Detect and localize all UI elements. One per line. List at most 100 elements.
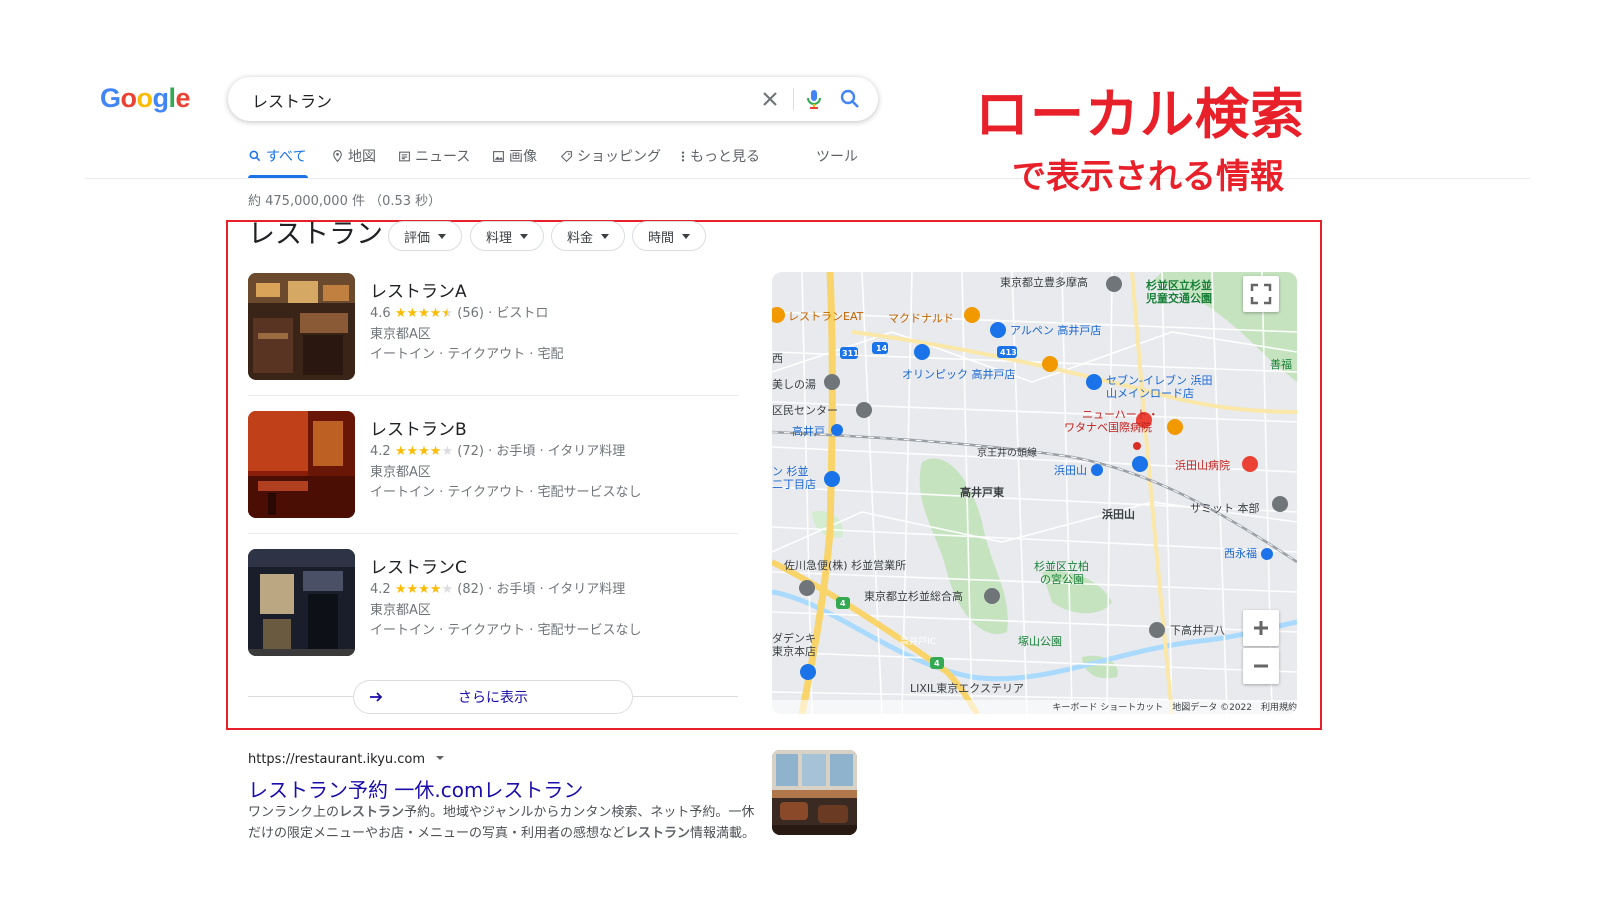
place-category: ビストロ [496, 306, 549, 321]
tab-label: 画像 [509, 149, 537, 165]
place-rating: 4.6 ★★★★★★ (56) · ビストロ [370, 306, 549, 321]
snippet-keyword: レストラン [339, 805, 405, 820]
svg-text:浜田山病院: 浜田山病院 [1175, 458, 1230, 472]
map-pin-icon [333, 150, 342, 163]
place-photo[interactable] [248, 273, 355, 380]
result-title[interactable]: レストラン予約 一休.comレストラン [248, 774, 583, 803]
microphone-icon[interactable] [802, 87, 826, 111]
caret-down-icon [520, 233, 528, 239]
svg-text:西永福: 西永福 [1224, 546, 1257, 560]
tab-shopping[interactable]: ショッピング [560, 146, 661, 166]
chip-label: 料金 [566, 230, 593, 246]
tab-label: ニュース [415, 149, 471, 165]
google-logo[interactable]: Google [100, 83, 191, 114]
more-vert-icon [681, 151, 685, 161]
place-result[interactable]: レストランB 4.2 ★★★★★ (72) · お手頃 · イタリア料理 東京都… [248, 411, 738, 521]
star-rating-icon: ★★★★★★ [394, 306, 454, 321]
search-box [228, 77, 878, 121]
svg-text:善福: 善福 [1270, 357, 1292, 371]
svg-text:サミット 本部: サミット 本部 [1190, 501, 1260, 515]
filter-chip-hours[interactable]: 時間 [632, 221, 706, 251]
chip-label: 時間 [647, 230, 674, 246]
place-category: お手頃 · イタリア料理 [496, 444, 626, 459]
tab-news[interactable]: ニュース [398, 146, 470, 166]
tab-maps[interactable]: 地図 [331, 146, 376, 166]
zoom-in-button[interactable] [1243, 610, 1279, 646]
svg-text:14: 14 [876, 344, 888, 353]
snippet-text: ワンランク上の [248, 805, 340, 820]
filter-chip-rating[interactable]: 評価 [388, 221, 462, 251]
caret-down-icon [601, 233, 609, 239]
svg-text:京王井の頭線: 京王井の頭線 [977, 446, 1037, 459]
place-address: 東京都A区 [370, 327, 431, 342]
search-input[interactable] [250, 87, 754, 113]
news-icon [399, 151, 410, 161]
svg-text:浜田山: 浜田山 [1102, 507, 1135, 521]
tab-tools[interactable]: ツール [816, 146, 858, 166]
more-label: さらに表示 [458, 690, 528, 706]
filter-chip-cuisine[interactable]: 料理 [470, 221, 544, 251]
map-canvas: 東京都立豊多摩高 杉並区立杉並 児童交通公園 レストランEAT マクドナルド ア… [772, 272, 1297, 714]
svg-text:東京本店: 東京本店 [772, 644, 816, 658]
clear-icon[interactable] [758, 87, 782, 111]
svg-text:4: 4 [934, 659, 940, 668]
place-rating: 4.2 ★★★★★ (72) · お手頃 · イタリア料理 [370, 444, 626, 459]
map-attribution[interactable]: キーボード ショートカット 地図データ ©2022 利用規約 [772, 700, 1297, 714]
star-rating-icon: ★★★★★ [394, 582, 454, 597]
local-pack-title: レストラン [248, 219, 383, 250]
result-thumbnail[interactable] [772, 750, 857, 835]
review-count: (56) [457, 306, 484, 321]
svg-text:4: 4 [840, 599, 846, 608]
fullscreen-icon [1250, 283, 1272, 305]
tab-all[interactable]: すべて [248, 146, 306, 166]
result-url[interactable]: https://restaurant.ikyu.com [248, 752, 445, 767]
tab-images[interactable]: 画像 [492, 146, 537, 166]
annotation-title: ローカル検索 [975, 83, 1305, 146]
svg-text:アルペン 高井戸店: アルペン 高井戸店 [1010, 323, 1101, 337]
fullscreen-button[interactable] [1243, 276, 1279, 312]
svg-text:レストランEAT: レストランEAT [788, 310, 864, 323]
place-services: イートイン · テイクアウト · 宅配サービスなし [370, 623, 642, 638]
place-name[interactable]: レストランA [370, 277, 467, 302]
search-icon[interactable] [838, 87, 862, 111]
place-photo[interactable] [248, 549, 355, 656]
svg-text:LIXIL東京エクステリア: LIXIL東京エクステリア [910, 681, 1024, 695]
review-count: (72) [457, 444, 484, 459]
svg-text:マクドナルド: マクドナルド [888, 312, 954, 325]
place-address: 東京都A区 [370, 603, 431, 618]
svg-text:美しの湯: 美しの湯 [772, 378, 816, 391]
place-result[interactable]: レストランA 4.6 ★★★★★★ (56) · ビストロ 東京都A区 イートイ… [248, 273, 738, 383]
tab-label: ツール [816, 149, 858, 165]
tab-more[interactable]: もっと見る [680, 146, 760, 166]
svg-text:杉並区立杉並: 杉並区立杉並 [1146, 278, 1212, 292]
local-map[interactable]: 東京都立豊多摩高 杉並区立杉並 児童交通公園 レストランEAT マクドナルド ア… [772, 272, 1297, 714]
svg-text:の宮公園: の宮公園 [1040, 572, 1084, 586]
svg-text:山メインロード店: 山メインロード店 [1106, 386, 1194, 400]
svg-text:児童交通公園: 児童交通公園 [1145, 291, 1212, 305]
minus-icon [1254, 664, 1268, 668]
svg-text:セブン-イレブン 浜田: セブン-イレブン 浜田 [1106, 373, 1212, 387]
place-name[interactable]: レストランB [370, 415, 467, 440]
tag-icon [560, 150, 572, 162]
rating-value: 4.2 [370, 582, 391, 597]
place-address: 東京都A区 [370, 465, 431, 480]
svg-text:ン 杉並: ン 杉並 [772, 464, 809, 478]
caret-down-icon [438, 233, 446, 239]
place-photo[interactable] [248, 411, 355, 518]
zoom-out-button[interactable] [1243, 648, 1279, 684]
place-result[interactable]: レストランC 4.2 ★★★★★ (82) · お手頃 · イタリア料理 東京都… [248, 549, 738, 659]
svg-text:ニューハート・: ニューハート・ [1082, 408, 1159, 421]
svg-text:佐川急便(株) 杉並営業所: 佐川急便(株) 杉並営業所 [784, 558, 906, 572]
svg-text:311: 311 [842, 349, 859, 358]
more-places-button[interactable]: さらに表示 [353, 680, 633, 714]
tab-label: すべて [266, 149, 307, 165]
svg-text:ワタナベ国際病院: ワタナベ国際病院 [1064, 420, 1152, 434]
rating-value: 4.2 [370, 444, 391, 459]
result-snippet: ワンランク上のレストラン予約。地域やジャンルからカンタン検索、ネット予約。一休だ… [248, 802, 763, 844]
filter-chip-price[interactable]: 料金 [551, 221, 625, 251]
caret-down-icon[interactable] [435, 753, 445, 763]
place-category: お手頃 · イタリア料理 [496, 582, 626, 597]
result-url-text: https://restaurant.ikyu.com [248, 752, 426, 767]
annotation-subtitle: で表示される情報 [1012, 157, 1284, 197]
place-name[interactable]: レストランC [370, 553, 467, 578]
